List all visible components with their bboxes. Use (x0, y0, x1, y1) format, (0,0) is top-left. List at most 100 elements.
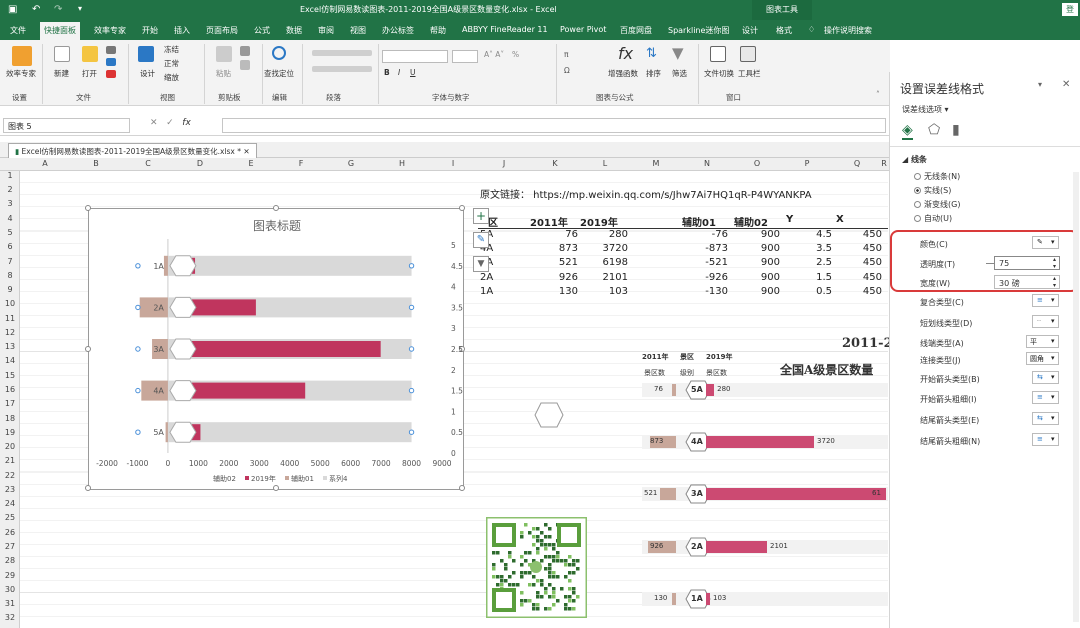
effects-icon[interactable]: ⬠ (928, 122, 940, 138)
tab-office-tab[interactable]: 办公标签 (382, 25, 414, 36)
save-icon[interactable]: ▣ (8, 4, 17, 15)
workbook-tab[interactable]: ▮ Excel仿制网易数读图表-2011-2019全国A级景区数量变化.xlsx… (8, 143, 257, 158)
table-cell[interactable]: 0.5 (780, 286, 832, 297)
error-bar-options-dropdown[interactable]: 误差线选项 ▾ (902, 104, 949, 115)
tab-formulas[interactable]: 公式 (254, 25, 270, 36)
table-cell[interactable]: 103 (570, 286, 628, 297)
table-cell[interactable]: 6198 (570, 257, 628, 268)
tab-page-layout[interactable]: 页面布局 (206, 25, 238, 36)
row-header[interactable]: 32 (0, 613, 20, 622)
row-header[interactable]: 29 (0, 571, 20, 580)
radio-automatic[interactable] (914, 215, 921, 222)
search-icon[interactable] (272, 46, 286, 60)
brush-icon[interactable]: ✎ (473, 232, 489, 248)
table-cell[interactable]: 450 (830, 243, 882, 254)
hexagon-marker-3A[interactable] (169, 338, 197, 360)
filter-button[interactable]: 筛选 (672, 68, 687, 79)
chart-plot[interactable]: 1A2A3A4A5A-2000 -1000 0 1000 2000 3000 4000 500… (89, 209, 465, 491)
hexagon-marker-4A[interactable] (169, 380, 197, 402)
line-section-header[interactable]: ◢ 线条 (902, 154, 927, 165)
sort-button[interactable]: 排序 (646, 68, 661, 79)
row-header[interactable]: 5 (0, 228, 20, 237)
column-header[interactable]: D (174, 159, 226, 168)
tab-power-pivot[interactable]: Power Pivot (560, 25, 606, 34)
row-header[interactable]: 22 (0, 471, 20, 480)
tab-efficiency[interactable]: 效率专家 (94, 25, 126, 36)
chart-area[interactable]: 图表标题 1A 2A 3A 4A 5A -2000 -1000 0 1000 2000 3000 40… (85, 205, 465, 491)
redo-icon[interactable]: ↷ (54, 4, 62, 15)
table-cell[interactable]: 450 (830, 257, 882, 268)
hexagon-marker-1A[interactable] (169, 255, 197, 277)
column-header[interactable]: G (326, 159, 376, 168)
color-picker[interactable]: ✎ ▾ (1032, 236, 1059, 249)
font-grow-icon[interactable]: A˄ A˅ (484, 50, 504, 59)
row-header[interactable]: 2 (0, 185, 20, 194)
undo-icon[interactable]: ↶ (32, 4, 40, 15)
pane-menu-icon[interactable]: ▾ (1038, 80, 1042, 89)
hexagon-marker-2A[interactable] (169, 296, 197, 318)
table-cell[interactable]: 900 (730, 229, 780, 240)
column-header[interactable]: J (478, 159, 530, 168)
omega-icon[interactable]: Ω (564, 66, 570, 75)
tab-file[interactable]: 文件 (10, 25, 26, 36)
transparency-input[interactable]: 75 ▴ ▾ (994, 256, 1060, 270)
column-header[interactable]: N (682, 159, 732, 168)
table-header[interactable]: 2019年 (580, 214, 618, 229)
file-switch-icon[interactable] (710, 46, 726, 62)
chart-filter-icon[interactable]: ▼ (473, 256, 489, 272)
column-header[interactable]: A (20, 159, 70, 168)
row-header[interactable]: 18 (0, 414, 20, 423)
table-header[interactable]: 区 (488, 214, 498, 229)
row-header[interactable]: 12 (0, 328, 20, 337)
bar-track-5A[interactable] (167, 422, 412, 443)
row-header[interactable]: 20 (0, 442, 20, 451)
italic-icon[interactable]: I (398, 68, 400, 77)
file-switch-button[interactable]: 文件切换 (704, 68, 734, 79)
table-cell[interactable]: 3.5 (780, 243, 832, 254)
pane-scrollbar[interactable] (1073, 172, 1079, 622)
column-header[interactable]: E (226, 159, 276, 168)
bar-2011-5A[interactable] (165, 422, 168, 443)
bar-chart-icon[interactable]: ▮ (952, 122, 960, 138)
width-input[interactable]: 30 磅 ▴ ▾ (994, 275, 1060, 289)
filter-icon[interactable]: ▼ (672, 44, 684, 62)
table-cell[interactable]: 450 (830, 286, 882, 297)
design-icon[interactable] (138, 46, 154, 62)
radio-gradient-line[interactable] (914, 201, 921, 208)
table-cell[interactable]: -130 (680, 286, 728, 297)
end-arrow-type-select[interactable]: ⇆ ▾ (1032, 412, 1059, 425)
tab-insert[interactable]: 插入 (174, 25, 190, 36)
row-header[interactable]: 13 (0, 342, 20, 351)
tab-home[interactable]: 开始 (142, 25, 158, 36)
tab-design[interactable]: 设计 (742, 25, 758, 36)
radio-no-line[interactable] (914, 173, 921, 180)
login-button[interactable]: 登 (1062, 3, 1078, 16)
tab-data[interactable]: 数据 (286, 25, 302, 36)
table-header[interactable]: 辅助01 (682, 214, 716, 229)
collapse-ribbon-icon[interactable]: ˄ (876, 90, 880, 99)
cap-type-select[interactable]: 平 ▾ (1026, 335, 1059, 348)
source-link-cell[interactable]: 原文链接： https://mp.weixin.qq.com/s/Jhw7Ai7… (480, 186, 812, 201)
open-folder-icon[interactable] (82, 46, 98, 62)
chart-elements-button[interactable]: + (473, 208, 489, 224)
toolbar-icon[interactable] (740, 46, 756, 62)
percent-icon[interactable]: % (512, 50, 519, 59)
error-bar-handle[interactable] (408, 387, 415, 394)
table-cell[interactable]: -873 (680, 243, 728, 254)
hexagon-shape[interactable] (534, 402, 564, 428)
design-button[interactable]: 设计 (140, 68, 155, 79)
column-header[interactable]: P (782, 159, 832, 168)
table-cell[interactable]: 3720 (570, 243, 628, 254)
row-header[interactable]: 3 (0, 199, 20, 208)
end-arrow-size-select[interactable]: ≡ ▾ (1032, 433, 1059, 446)
column-header[interactable]: M (630, 159, 682, 168)
column-header[interactable]: O (732, 159, 782, 168)
table-cell[interactable]: 280 (570, 229, 628, 240)
table-cell[interactable]: 4.5 (780, 229, 832, 240)
customize-qat-icon[interactable]: ▾ (78, 4, 82, 13)
tab-format[interactable]: 格式 (776, 25, 792, 36)
begin-arrow-type-select[interactable]: ⇆ ▾ (1032, 371, 1059, 384)
tab-view[interactable]: 视图 (350, 25, 366, 36)
tab-review[interactable]: 审阅 (318, 25, 334, 36)
underline-icon[interactable]: U (410, 68, 416, 77)
